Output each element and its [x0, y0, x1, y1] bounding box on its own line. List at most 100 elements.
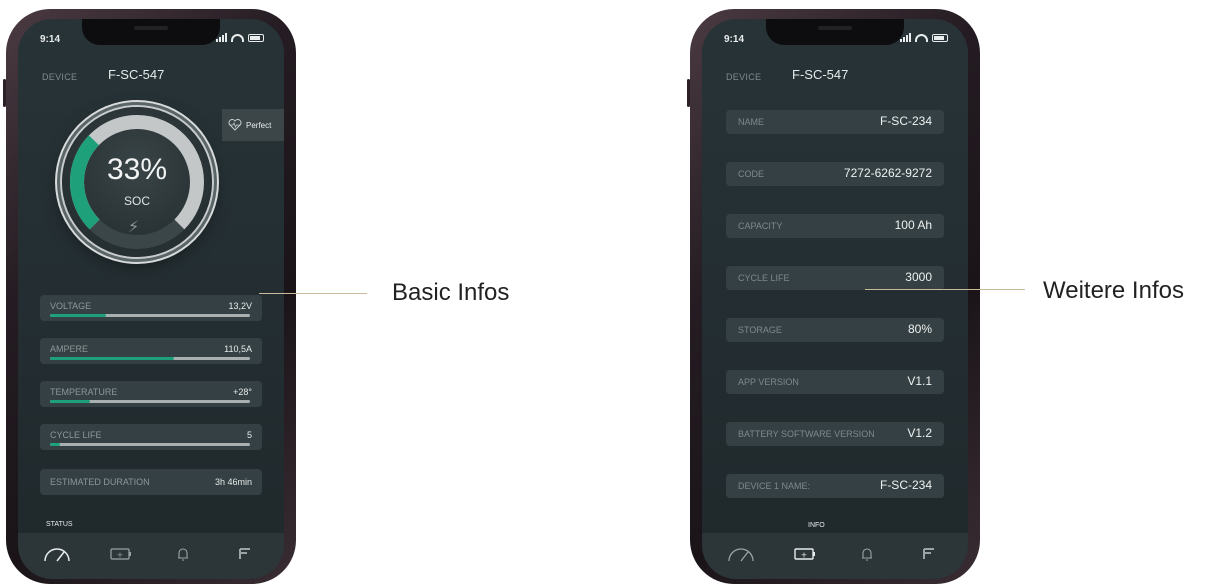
estimated-duration-row[interactable]: ESTIMATED DURATION 3h 46min	[40, 469, 262, 495]
row-value: 110,5A	[224, 344, 252, 354]
row-value: 3h 46min	[214, 477, 252, 487]
signal-icon	[900, 33, 911, 42]
battery-status-icon	[932, 33, 948, 42]
row-value: 7272-6262-9272	[843, 166, 932, 180]
tab-info[interactable]: +	[790, 543, 820, 565]
health-badge[interactable]: Perfect	[222, 109, 284, 141]
row-value: 5	[246, 430, 252, 440]
soc-value: 33%	[106, 153, 168, 186]
temperature-bar-fill	[50, 400, 90, 403]
bell-icon	[178, 548, 188, 561]
info-row-battery-software-version[interactable]: BATTERY SOFTWARE VERSION V1.2	[726, 422, 944, 446]
row-label: VOLTAGE	[50, 301, 92, 311]
row-label: CODE	[738, 169, 765, 179]
tab-bar: +	[702, 533, 968, 579]
cycle-life-bar-fill	[50, 443, 60, 446]
info-row-storage[interactable]: STORAGE 80%	[726, 318, 944, 342]
status-icons	[900, 33, 948, 42]
battery-icon: +	[794, 548, 815, 560]
row-value: 100 Ah	[894, 218, 932, 232]
row-value: +28°	[233, 387, 252, 397]
ampere-row[interactable]: AMPERE 110,5A	[40, 338, 262, 364]
tab-status[interactable]	[42, 543, 72, 565]
device-id[interactable]: F-SC-547	[792, 67, 848, 82]
brand-logo-icon	[239, 548, 250, 559]
tab-alerts[interactable]	[168, 543, 198, 565]
bell-icon	[862, 548, 872, 561]
tab-info[interactable]: +	[106, 543, 136, 565]
info-row-name[interactable]: NAME F-SC-234	[726, 110, 944, 134]
section-label-info: INFO	[808, 522, 825, 529]
ampere-bar	[50, 357, 250, 360]
app-screen-info: 9:14 DEVICE F-SC-547 NAME F-SC-234 CODE …	[702, 19, 968, 579]
row-label: ESTIMATED DURATION	[50, 477, 150, 487]
speedometer-icon	[728, 548, 754, 562]
info-row-capacity[interactable]: CAPACITY 100 Ah	[726, 214, 944, 238]
row-label: NAME	[738, 117, 765, 127]
row-label: APP VERSION	[738, 377, 799, 387]
row-label: BATTERY SOFTWARE VERSION	[738, 429, 875, 439]
row-label: CYCLE LIFE	[738, 273, 790, 283]
voltage-bar-fill	[50, 314, 106, 317]
info-row-device-1-name[interactable]: DEVICE 1 NAME: F-SC-234	[726, 474, 944, 498]
voltage-row[interactable]: VOLTAGE 13,2V	[40, 295, 262, 321]
row-label: TEMPERATURE	[50, 387, 118, 397]
callout-line-right	[865, 289, 1025, 290]
battery-status-icon	[248, 33, 264, 42]
voltage-bar	[50, 314, 250, 317]
signal-icon	[216, 33, 227, 42]
svg-text:+: +	[801, 551, 808, 560]
soc-gauge: 33% SOC ⚡	[62, 107, 212, 257]
ampere-bar-fill	[50, 357, 174, 360]
cycle-life-row[interactable]: CYCLE LIFE 5	[40, 424, 262, 450]
health-label: Perfect	[246, 120, 272, 130]
device-label: DEVICE	[42, 72, 78, 82]
callout-weitere-infos: Weitere Infos	[1043, 277, 1184, 304]
wifi-icon	[915, 33, 928, 42]
tab-brand[interactable]	[914, 543, 944, 565]
info-row-cycle-life[interactable]: CYCLE LIFE 3000	[726, 266, 944, 290]
tab-brand[interactable]	[230, 543, 260, 565]
row-label: AMPERE	[50, 344, 89, 354]
tab-bar: +	[18, 533, 284, 579]
svg-text:+: +	[117, 551, 124, 560]
speedometer-icon	[44, 548, 70, 562]
row-value: F-SC-234	[879, 478, 932, 492]
temperature-row[interactable]: TEMPERATURE +28°	[40, 381, 262, 407]
phone-weitere-infos: 9:14 DEVICE F-SC-547 NAME F-SC-234 CODE …	[687, 9, 980, 584]
device-id[interactable]: F-SC-547	[108, 67, 164, 82]
row-value: V1.2	[907, 426, 932, 440]
tab-alerts[interactable]	[852, 543, 882, 565]
heart-icon	[228, 119, 242, 131]
row-label: STORAGE	[738, 325, 782, 335]
app-screen-status: 9:14 DEVICE F-SC-547 33% SOC ⚡ Perfect V…	[18, 19, 284, 579]
row-value: V1.1	[907, 374, 932, 388]
row-value: F-SC-234	[879, 114, 932, 128]
phone-notch	[82, 19, 220, 45]
status-icons	[216, 33, 264, 42]
row-value: 3000	[905, 270, 932, 284]
status-time: 9:14	[40, 34, 61, 45]
info-row-app-version[interactable]: APP VERSION V1.1	[726, 370, 944, 394]
temperature-bar	[50, 400, 250, 403]
status-time: 9:14	[724, 34, 745, 45]
lightning-icon: ⚡	[128, 219, 140, 236]
battery-icon: +	[110, 548, 131, 560]
phone-basic-infos: 9:14 DEVICE F-SC-547 33% SOC ⚡ Perfect V…	[3, 9, 296, 584]
row-label: DEVICE 1 NAME:	[738, 481, 811, 491]
callout-line-left	[259, 293, 367, 294]
device-label: DEVICE	[726, 72, 762, 82]
wifi-icon	[231, 33, 244, 42]
row-label: CAPACITY	[738, 221, 783, 231]
callout-basic-infos: Basic Infos	[392, 279, 510, 306]
row-value: 80%	[907, 322, 932, 336]
soc-label: SOC	[123, 194, 150, 208]
row-label: CYCLE LIFE	[50, 430, 102, 440]
section-label-status: STATUS	[46, 521, 73, 528]
tab-status[interactable]	[726, 543, 756, 565]
cycle-life-bar	[50, 443, 250, 446]
row-value: 13,2V	[228, 301, 252, 311]
info-row-code[interactable]: CODE 7272-6262-9272	[726, 162, 944, 186]
phone-notch	[766, 19, 904, 45]
brand-logo-icon	[923, 548, 934, 559]
